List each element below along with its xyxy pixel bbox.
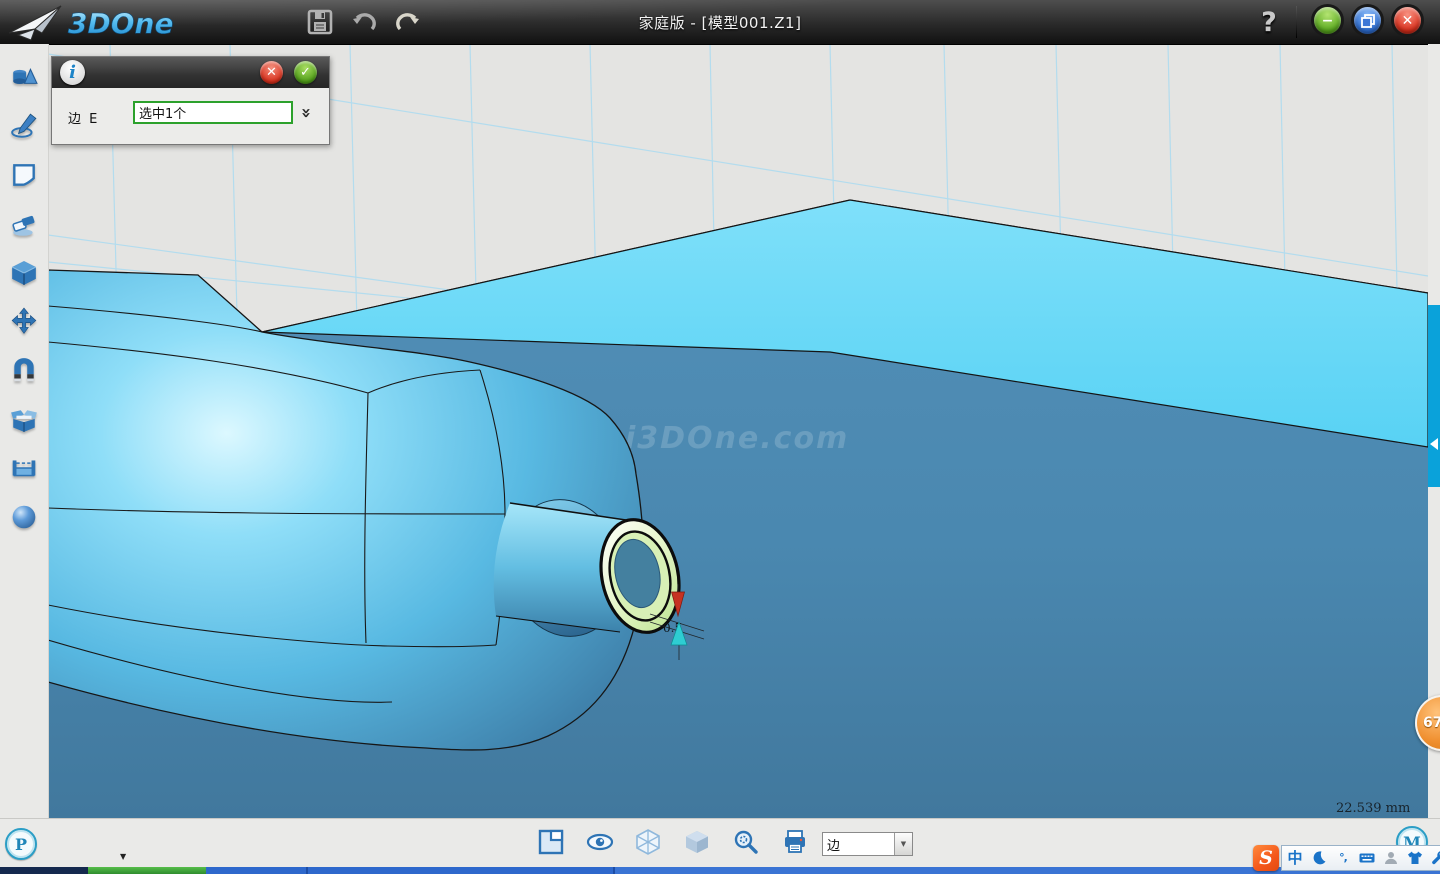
ime-skin-button[interactable] xyxy=(1406,849,1424,867)
sidebar-item-move[interactable] xyxy=(10,307,38,335)
close-button[interactable]: ✕ xyxy=(1394,7,1421,34)
open-box-icon xyxy=(10,406,38,434)
sphere-icon xyxy=(10,503,38,531)
viewport-3d[interactable]: i3DOne.com xyxy=(48,44,1428,818)
ime-language-toggle[interactable]: 中 xyxy=(1286,849,1304,867)
scale-readout: 22.539 mm xyxy=(1336,801,1410,816)
taskbar-divider xyxy=(306,866,308,874)
titlebar-separator xyxy=(1296,6,1297,38)
sidebar-item-magnet[interactable] xyxy=(10,357,38,385)
panel-collapse-tab[interactable] xyxy=(1428,305,1440,487)
ime-settings-button[interactable] xyxy=(1430,849,1440,867)
sidebar-item-feature[interactable] xyxy=(10,259,38,287)
edge-selection-input[interactable] xyxy=(133,101,293,124)
help-button[interactable]: ? xyxy=(1252,2,1286,42)
watermark: i3DOne.com xyxy=(625,421,849,456)
magnifier-gear-icon xyxy=(732,828,760,856)
sidebar-item-solids[interactable] xyxy=(10,64,38,92)
title-bar: 3DOne xyxy=(0,0,1440,45)
edge-field-label: 边 E xyxy=(68,108,99,127)
ime-softkeyboard-button[interactable] xyxy=(1358,849,1376,867)
measure-icon xyxy=(10,454,38,482)
tool-sidebar xyxy=(0,44,49,818)
view-toolbar: P ▼ xyxy=(0,818,1440,867)
wrench-icon xyxy=(1431,850,1440,866)
ime-account-button[interactable] xyxy=(1382,849,1400,867)
sogou-logo[interactable]: S xyxy=(1253,845,1279,871)
taskbar-start-segment xyxy=(0,866,88,874)
history-p-button[interactable]: P xyxy=(5,828,37,860)
sketch-plane-icon xyxy=(10,161,38,189)
visibility-button[interactable] xyxy=(586,828,614,856)
maximize-icon xyxy=(1361,14,1375,28)
maximize-button[interactable] xyxy=(1354,7,1381,34)
history-caret-icon[interactable]: ▼ xyxy=(120,852,126,861)
taskbar-divider xyxy=(613,866,615,874)
shaded-cube-icon xyxy=(683,828,711,856)
move-arrows-icon xyxy=(10,307,38,335)
keyboard-icon xyxy=(1359,850,1375,866)
eye-icon xyxy=(586,828,614,856)
ime-fullhalf-toggle[interactable] xyxy=(1310,849,1328,867)
printer-icon xyxy=(781,828,809,856)
selection-dialog: i ✕ ✓ 边 E » xyxy=(51,56,330,145)
user-icon xyxy=(1383,850,1399,866)
sidebar-item-sketch[interactable] xyxy=(10,112,38,140)
dialog-ok-button[interactable]: ✓ xyxy=(294,61,317,84)
shirt-icon xyxy=(1407,850,1423,866)
sidebar-item-assembly[interactable] xyxy=(10,406,38,434)
minimize-button[interactable]: − xyxy=(1314,7,1341,34)
selection-filter-value: 边 xyxy=(823,833,894,855)
dropdown-caret-icon[interactable]: ▼ xyxy=(894,833,912,855)
dialog-header[interactable]: i ✕ ✓ xyxy=(52,57,329,88)
sketch-pencil-icon xyxy=(10,112,38,140)
cube-icon xyxy=(10,259,38,287)
wireframe-cube-icon xyxy=(634,828,662,856)
ime-punctuation-toggle[interactable]: °, xyxy=(1334,849,1352,867)
solids-icon xyxy=(10,64,38,92)
info-icon: i xyxy=(60,60,85,85)
trim-eraser-icon xyxy=(10,211,38,239)
sidebar-item-edit[interactable] xyxy=(10,211,38,239)
collapse-arrow-icon xyxy=(1430,438,1438,450)
taskbar-green-segment xyxy=(88,866,206,874)
3done-window: i3DOne.com xyxy=(0,0,1440,874)
view-plane-icon xyxy=(537,828,565,856)
selection-filter-dropdown[interactable]: 边 ▼ xyxy=(822,832,913,856)
expand-chevron-icon[interactable]: » xyxy=(295,104,317,122)
os-taskbar-sliver[interactable] xyxy=(0,866,1440,874)
shaded-view-button[interactable] xyxy=(683,828,711,856)
dialog-cancel-button[interactable]: ✕ xyxy=(260,61,283,84)
wireframe-view-button[interactable] xyxy=(634,828,662,856)
ime-toolbar: S 中 °, xyxy=(1253,845,1440,870)
moon-icon xyxy=(1311,850,1327,866)
sidebar-item-plane[interactable] xyxy=(10,161,38,189)
sidebar-item-render[interactable] xyxy=(10,503,38,531)
view-plane-button[interactable] xyxy=(537,828,565,856)
magnet-icon xyxy=(10,357,38,385)
window-title: 家庭版 - [模型001.Z1] xyxy=(0,0,1440,44)
sidebar-item-measure[interactable] xyxy=(10,454,38,482)
zoom-settings-button[interactable] xyxy=(732,828,760,856)
print-button[interactable] xyxy=(781,828,809,856)
